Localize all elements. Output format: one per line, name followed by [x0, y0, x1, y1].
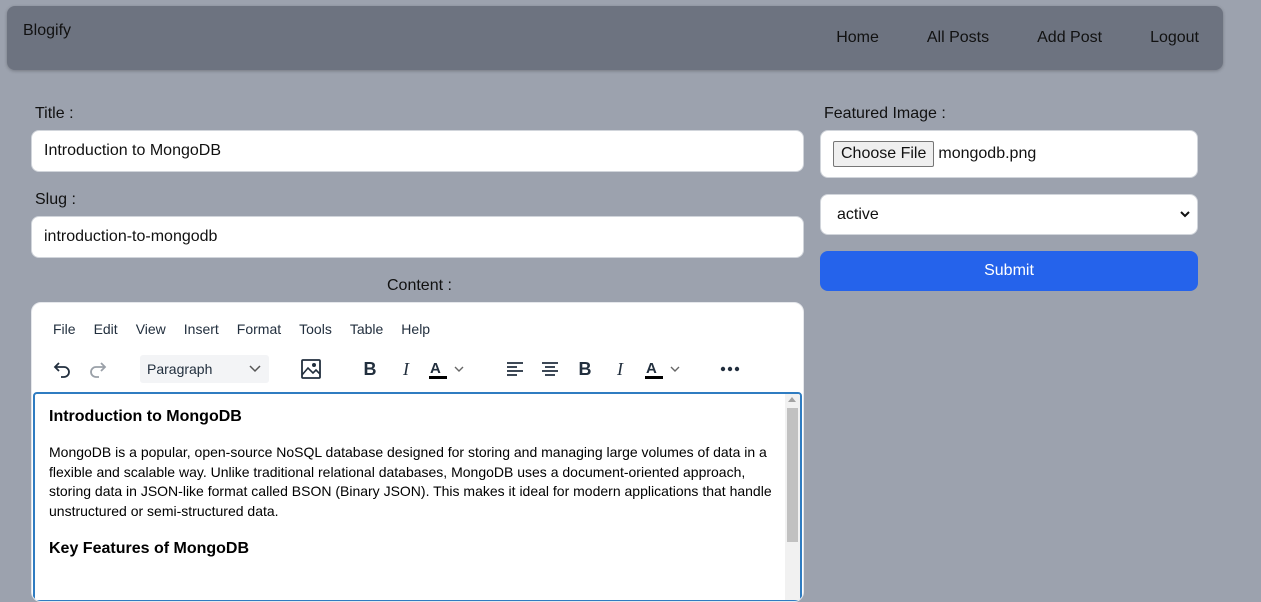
- undo-icon[interactable]: [50, 357, 74, 381]
- navbar: Blogify Home All Posts Add Post Logout: [7, 6, 1223, 70]
- editor-menubar: File Edit View Insert Format Tools Table…: [44, 321, 439, 337]
- menu-insert[interactable]: Insert: [175, 321, 228, 337]
- nav-links: Home All Posts Add Post Logout: [812, 25, 1223, 51]
- align-center-icon[interactable]: [538, 357, 562, 381]
- block-format-select[interactable]: Paragraph: [140, 355, 269, 383]
- menu-table[interactable]: Table: [341, 321, 392, 337]
- scroll-thumb[interactable]: [787, 408, 798, 542]
- editor-document: Introduction to MongoDB MongoDB is a pop…: [49, 404, 777, 558]
- featured-image-label: Featured Image :: [824, 105, 946, 122]
- menu-file[interactable]: File: [44, 321, 85, 337]
- content-heading: Introduction to MongoDB: [49, 408, 242, 425]
- status-select-value: active: [837, 205, 879, 223]
- align-left-icon[interactable]: [503, 357, 527, 381]
- italic-icon[interactable]: I: [394, 357, 418, 381]
- nav-logout[interactable]: Logout: [1126, 25, 1223, 51]
- editor-toolbar: Paragraph B I A B I A: [32, 351, 803, 387]
- block-format-label: Paragraph: [147, 361, 213, 377]
- choose-file-button[interactable]: Choose File: [833, 141, 935, 167]
- redo-icon[interactable]: [86, 357, 110, 381]
- brand-logo[interactable]: Blogify: [23, 22, 71, 40]
- slug-label: Slug :: [35, 191, 76, 208]
- more-icon[interactable]: [718, 357, 742, 381]
- status-select[interactable]: active: [820, 194, 1198, 235]
- scroll-up-arrow-icon[interactable]: [788, 397, 796, 402]
- slug-input[interactable]: introduction-to-mongodb: [31, 216, 804, 258]
- menu-format[interactable]: Format: [228, 321, 290, 337]
- title-label: Title :: [35, 105, 74, 122]
- content-paragraph: MongoDB is a popular, open-source NoSQL …: [49, 444, 772, 519]
- editor-content-area[interactable]: Introduction to MongoDB MongoDB is a pop…: [33, 392, 802, 601]
- bold-icon[interactable]: B: [358, 357, 382, 381]
- title-input[interactable]: Introduction to MongoDB: [31, 130, 804, 172]
- menu-edit[interactable]: Edit: [85, 321, 127, 337]
- menu-tools[interactable]: Tools: [290, 321, 341, 337]
- submit-button[interactable]: Submit: [820, 251, 1198, 291]
- rich-text-editor: File Edit View Insert Format Tools Table…: [31, 302, 804, 602]
- nav-home[interactable]: Home: [812, 25, 903, 51]
- editor-scrollbar[interactable]: [785, 394, 800, 600]
- content-subheading: Key Features of MongoDB: [49, 540, 250, 557]
- chevron-down-icon: [249, 365, 261, 373]
- chevron-down-icon: [1180, 211, 1190, 218]
- nav-all-posts[interactable]: All Posts: [903, 25, 1013, 51]
- svg-text:A: A: [646, 360, 657, 377]
- svg-text:A: A: [430, 360, 441, 377]
- text-color-icon[interactable]: A: [428, 357, 472, 381]
- menu-help[interactable]: Help: [392, 321, 439, 337]
- featured-image-input: Choose File mongodb.png: [820, 130, 1198, 178]
- menu-view[interactable]: View: [127, 321, 175, 337]
- text-color-icon[interactable]: A: [644, 357, 688, 381]
- bold-icon[interactable]: B: [573, 357, 597, 381]
- selected-file-name: mongodb.png: [938, 145, 1037, 162]
- nav-add-post[interactable]: Add Post: [1013, 25, 1126, 51]
- content-label: Content :: [387, 277, 452, 294]
- italic-icon[interactable]: I: [608, 357, 632, 381]
- image-icon[interactable]: [299, 357, 323, 381]
